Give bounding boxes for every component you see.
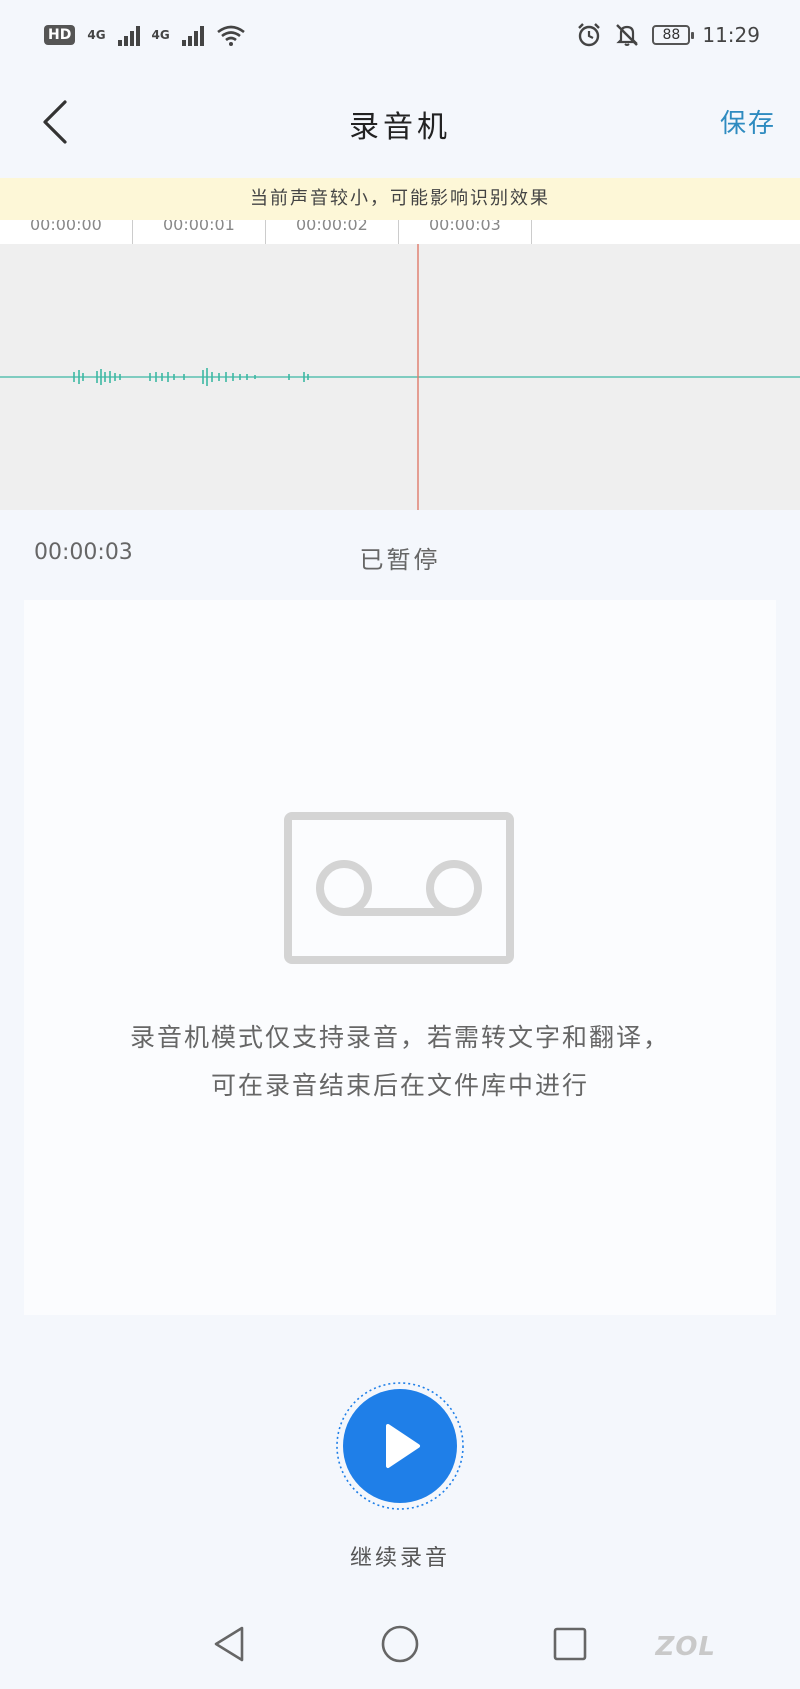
timeline-tick: 00:00:02 bbox=[266, 220, 399, 244]
nav-back-icon[interactable] bbox=[210, 1624, 250, 1664]
signal-icon-2 bbox=[181, 24, 204, 46]
hd-badge: HD bbox=[44, 25, 76, 45]
cassette-tape-icon bbox=[284, 812, 514, 964]
system-nav-bar: ZOL bbox=[0, 1596, 800, 1689]
timeline-ruler: 00:00:00 00:00:01 00:00:02 00:00:03 bbox=[0, 220, 800, 245]
page-title: 录音机 bbox=[349, 110, 451, 145]
timeline-tick: 00:00:00 bbox=[0, 220, 133, 244]
continue-recording-button[interactable] bbox=[334, 1380, 466, 1512]
recording-state: 已暂停 bbox=[359, 546, 441, 574]
play-icon bbox=[336, 1382, 464, 1510]
network-type-2: 4G bbox=[151, 28, 170, 42]
continue-recording-label: 继续录音 bbox=[349, 1546, 450, 1571]
low-volume-banner: 当前声音较小，可能影响识别效果 bbox=[0, 178, 800, 220]
nav-home-icon[interactable] bbox=[380, 1624, 420, 1664]
status-right: 88 11:29 bbox=[576, 22, 760, 48]
watermark-logo: ZOL bbox=[655, 1632, 716, 1662]
hint-line-2: 可在录音结束后在文件库中进行 bbox=[210, 1071, 589, 1100]
status-time: 11:29 bbox=[702, 23, 760, 47]
recording-info: 00:00:03 已暂停 bbox=[0, 530, 800, 580]
signal-icon bbox=[117, 24, 140, 46]
nav-recents-icon[interactable] bbox=[550, 1624, 590, 1664]
alarm-icon bbox=[578, 23, 601, 47]
status-left: HD 4G 4G bbox=[44, 24, 246, 46]
save-button[interactable]: 保存 bbox=[720, 103, 776, 140]
wifi-icon bbox=[216, 25, 245, 46]
mute-bell-icon bbox=[616, 24, 639, 46]
timeline-tick: 00:00:01 bbox=[133, 220, 266, 244]
network-type-1: 4G bbox=[87, 28, 106, 42]
battery-icon: 88 bbox=[652, 25, 695, 45]
content-card: 录音机模式仅支持录音，若需转文字和翻译， 可在录音结束后在文件库中进行 bbox=[24, 600, 776, 1315]
waveform-area bbox=[0, 244, 800, 510]
status-bar: HD 4G 4G 88 11:29 bbox=[0, 0, 800, 70]
timeline-tick: 00:00:03 bbox=[399, 220, 532, 244]
title-bar: 录音机 保存 bbox=[0, 70, 800, 178]
hint-line-1: 录音机模式仅支持录音，若需转文字和翻译， bbox=[129, 1023, 670, 1052]
waveform bbox=[0, 244, 800, 510]
